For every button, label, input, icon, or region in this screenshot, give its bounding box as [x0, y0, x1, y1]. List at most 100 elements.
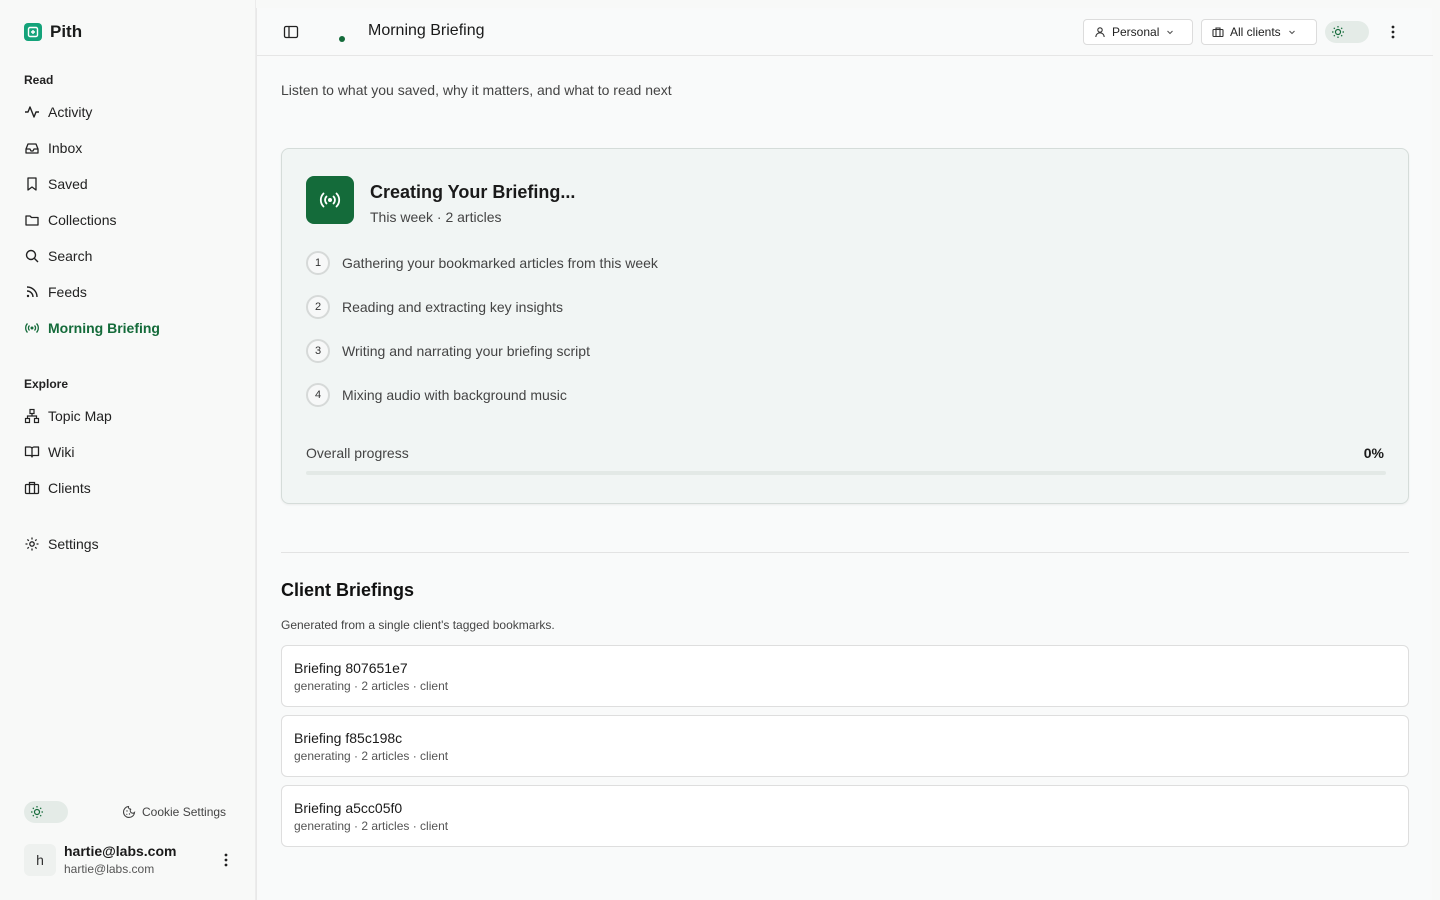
client-filter-label: All clients [1230, 25, 1281, 39]
broadcast-icon [24, 320, 40, 336]
client-briefings-description: Generated from a single client's tagged … [281, 618, 555, 632]
more-vertical-icon [224, 853, 228, 867]
briefcase-icon [1212, 26, 1224, 38]
briefing-name: Briefing a5cc05f0 [294, 800, 403, 816]
activity-icon [24, 104, 40, 120]
briefing-meta: generating · 2 articles · client [294, 749, 449, 763]
panel-left-icon [283, 24, 299, 40]
sidebar-item-label: Inbox [48, 140, 83, 156]
step-label: Reading and extracting key insights [342, 299, 564, 315]
step-number: 4 [306, 383, 330, 407]
briefing-title: Creating Your Briefing... [370, 182, 576, 202]
main-panel: Morning Briefing Personal All clients Li… [256, 8, 1433, 900]
progress-step: 4 Mixing audio with background music [306, 383, 567, 407]
step-number: 3 [306, 339, 330, 363]
sidebar-item-saved[interactable]: Saved [24, 173, 234, 195]
user-profile[interactable]: h hartie@labs.com hartie@labs.com [24, 843, 234, 877]
section-label-explore: Explore [24, 377, 69, 391]
search-icon [24, 248, 40, 264]
sidebar-item-settings[interactable]: Settings [24, 533, 234, 555]
briefing-meta: This week · 2 articles [370, 209, 502, 225]
briefing-meta: generating · 2 articles · client [294, 819, 449, 833]
bookmark-icon [24, 176, 40, 192]
page-subtitle: Listen to what you saved, why it matters… [281, 82, 672, 98]
step-label: Gathering your bookmarked articles from … [342, 255, 658, 271]
sidebar-item-feeds[interactable]: Feeds [24, 281, 234, 303]
sidebar-item-label: Activity [48, 104, 93, 120]
inbox-icon [24, 140, 40, 156]
user-email: hartie@labs.com [64, 862, 155, 876]
briefing-progress-card: Creating Your Briefing... This week · 2 … [281, 148, 1409, 504]
folder-icon [24, 212, 40, 228]
theme-toggle[interactable] [1325, 21, 1369, 43]
client-filter-select[interactable]: All clients [1201, 19, 1317, 45]
brand[interactable]: Pith [24, 22, 82, 42]
user-icon [1094, 26, 1106, 38]
sidebar-toggle-button[interactable] [283, 24, 299, 40]
step-label: Mixing audio with background music [342, 387, 567, 403]
avatar: h [24, 844, 56, 876]
sidebar-item-morning-briefing[interactable]: Morning Briefing [24, 317, 234, 339]
sidebar-item-label: Collections [48, 212, 117, 228]
sun-icon [30, 805, 44, 819]
section-label-read: Read [24, 73, 54, 87]
chevron-down-icon [1287, 27, 1297, 37]
sidebar-item-topic-map[interactable]: Topic Map [24, 405, 234, 427]
client-briefings-title: Client Briefings [281, 580, 415, 600]
sun-icon [1331, 25, 1345, 39]
overall-progress-label: Overall progress [306, 445, 409, 461]
sidebar-item-collections[interactable]: Collections [24, 209, 234, 231]
step-number: 2 [306, 295, 330, 319]
step-label: Writing and narrating your briefing scri… [342, 343, 590, 359]
sidebar: Pith Read Activity Inbox Saved Collectio… [0, 0, 256, 900]
sidebar-item-label: Feeds [48, 284, 87, 300]
overall-progress-value: 0% [1363, 445, 1384, 461]
sidebar-item-label: Saved [48, 176, 88, 192]
user-menu-button[interactable] [218, 851, 234, 869]
cookie-icon [122, 805, 136, 819]
sidebar-item-activity[interactable]: Activity [24, 101, 234, 123]
more-vertical-icon [1391, 25, 1395, 39]
client-briefing-item[interactable]: Briefing 807651e7 generating · 2 article… [281, 645, 1409, 707]
section-divider [281, 552, 1409, 553]
client-briefing-item[interactable]: Briefing f85c198c generating · 2 article… [281, 715, 1409, 777]
app-name: Pith [50, 22, 83, 41]
sidebar-item-wiki[interactable]: Wiki [24, 441, 234, 463]
cookie-settings-label: Cookie Settings [142, 805, 227, 819]
sidebar-item-label: Clients [48, 480, 91, 496]
progress-step: 3 Writing and narrating your briefing sc… [306, 339, 590, 363]
broadcast-icon [306, 176, 354, 224]
cookie-settings-link[interactable]: Cookie Settings [122, 803, 226, 821]
sidebar-item-label: Search [48, 248, 93, 264]
network-icon [24, 408, 40, 424]
sidebar-item-label: Settings [48, 536, 99, 552]
sidebar-item-label: Wiki [48, 444, 75, 460]
workspace-select[interactable]: Personal [1083, 19, 1193, 45]
topbar: Morning Briefing Personal All clients [257, 8, 1433, 56]
status-dot [339, 36, 345, 42]
briefcase-icon [24, 480, 40, 496]
book-icon [24, 444, 40, 460]
client-briefing-item[interactable]: Briefing a5cc05f0 generating · 2 article… [281, 785, 1409, 847]
briefing-meta: generating · 2 articles · client [294, 679, 449, 693]
sidebar-item-search[interactable]: Search [24, 245, 234, 267]
sidebar-item-label: Topic Map [48, 408, 112, 424]
theme-toggle[interactable] [24, 801, 68, 823]
sidebar-item-clients[interactable]: Clients [24, 477, 234, 499]
page-title: Morning Briefing [368, 22, 485, 39]
progress-step: 1 Gathering your bookmarked articles fro… [306, 251, 658, 275]
workspace-select-label: Personal [1112, 25, 1160, 39]
sidebar-item-inbox[interactable]: Inbox [24, 137, 234, 159]
progress-step: 2 Reading and extracting key insights [306, 295, 563, 319]
briefing-name: Briefing f85c198c [294, 730, 403, 746]
sidebar-item-label: Morning Briefing [48, 320, 160, 336]
pith-logo-icon [24, 23, 42, 41]
rss-icon [24, 284, 40, 300]
more-options-button[interactable] [1385, 23, 1401, 41]
user-name: hartie@labs.com [64, 843, 177, 859]
progress-bar [306, 471, 1386, 475]
chevron-down-icon [1165, 27, 1175, 37]
briefing-name: Briefing 807651e7 [294, 660, 408, 676]
step-number: 1 [306, 251, 330, 275]
gear-icon [24, 536, 40, 552]
